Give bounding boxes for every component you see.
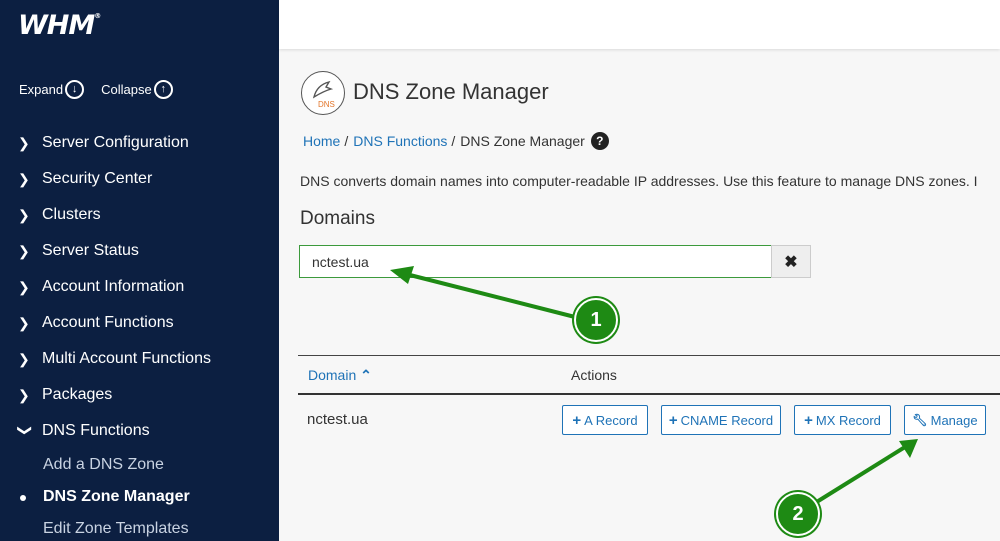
table-row-domain: nctest.ua	[307, 411, 368, 428]
sidebar-item-server-status[interactable]: ❯ Server Status	[0, 233, 279, 269]
active-dot-icon	[20, 495, 26, 501]
sidebar-subitem-dns-zone-manager[interactable]: DNS Zone Manager	[0, 481, 279, 513]
collapse-label[interactable]: Collapse	[101, 82, 152, 97]
close-icon: ✖	[784, 253, 798, 271]
help-icon[interactable]: ?	[590, 132, 609, 150]
chevron-right-icon: ❯	[18, 386, 30, 403]
breadcrumb: Home / DNS Functions / DNS Zone Manager …	[303, 132, 609, 150]
add-mx-record-button[interactable]: + MX Record	[794, 405, 891, 435]
page-description: DNS converts domain names into computer-…	[300, 173, 978, 189]
sidebar-item-account-information[interactable]: ❯ Account Information	[0, 269, 279, 305]
breadcrumb-separator: /	[451, 133, 456, 149]
expand-collapse-controls: Expand ↓ Collapse ↑	[19, 80, 173, 99]
plus-icon: +	[668, 411, 678, 429]
chevron-right-icon: ❯	[18, 278, 30, 295]
domain-column-header[interactable]: Domain ⌃	[308, 367, 372, 384]
plus-icon: +	[804, 411, 813, 429]
manage-button[interactable]: 🔧︎ Manage	[904, 405, 986, 435]
sidebar-item-server-configuration[interactable]: ❯ Server Configuration	[0, 125, 279, 161]
breadcrumb-home[interactable]: Home	[303, 133, 340, 149]
wrench-icon: 🔧︎	[912, 413, 928, 427]
top-bar	[279, 0, 1000, 49]
sort-ascending-icon: ⌃	[360, 367, 372, 383]
chevron-right-icon: ❯	[18, 314, 30, 331]
sidebar-item-clusters[interactable]: ❯ Clusters	[0, 197, 279, 233]
clear-search-button[interactable]: ✖	[771, 245, 811, 278]
chevron-down-icon: ❯	[17, 424, 34, 436]
add-cname-record-button[interactable]: + CNAME Record	[661, 405, 781, 435]
dns-zone-manager-icon: DNS	[301, 71, 345, 115]
plus-icon: +	[572, 411, 582, 429]
table-header-border	[298, 393, 1000, 395]
main-content: DNS DNS Zone Manager Home / DNS Function…	[279, 49, 1000, 541]
actions-column-header: Actions	[571, 367, 617, 383]
domain-search-input[interactable]	[299, 245, 772, 278]
chevron-right-icon: ❯	[18, 206, 30, 223]
sidebar-subitem-edit-zone-templates[interactable]: Edit Zone Templates	[0, 513, 279, 541]
step-2-marker: 2	[776, 492, 820, 536]
chevron-right-icon: ❯	[18, 350, 30, 367]
breadcrumb-separator: /	[344, 133, 349, 149]
chevron-right-icon: ❯	[18, 170, 30, 187]
chevron-right-icon: ❯	[18, 134, 30, 151]
sidebar-nav: ❯ Server Configuration ❯ Security Center ❯…	[0, 125, 279, 541]
breadcrumb-current: DNS Zone Manager	[460, 133, 585, 149]
chevron-right-icon: ❯	[18, 242, 30, 259]
add-a-record-button[interactable]: + A Record	[562, 405, 648, 435]
domains-heading: Domains	[300, 208, 375, 229]
expand-icon[interactable]: ↓	[65, 80, 85, 99]
table-top-border	[298, 355, 1000, 356]
breadcrumb-dns-functions[interactable]: DNS Functions	[353, 133, 447, 149]
whm-logo[interactable]: WHM®	[18, 10, 101, 41]
page-title: DNS Zone Manager	[353, 79, 549, 104]
step-1-marker: 1	[574, 298, 618, 342]
sidebar: WHM® Expand ↓ Collapse ↑ ❯ Server Configu…	[0, 0, 279, 541]
sidebar-item-security-center[interactable]: ❯ Security Center	[0, 161, 279, 197]
sidebar-subitem-add-dns-zone[interactable]: Add a DNS Zone	[0, 449, 279, 481]
expand-label[interactable]: Expand	[19, 82, 63, 97]
sidebar-item-multi-account-functions[interactable]: ❯ Multi Account Functions	[0, 341, 279, 377]
sidebar-item-dns-functions[interactable]: ❯ DNS Functions	[0, 413, 279, 449]
collapse-icon[interactable]: ↑	[153, 80, 173, 99]
sidebar-item-account-functions[interactable]: ❯ Account Functions	[0, 305, 279, 341]
sidebar-item-packages[interactable]: ❯ Packages	[0, 377, 279, 413]
